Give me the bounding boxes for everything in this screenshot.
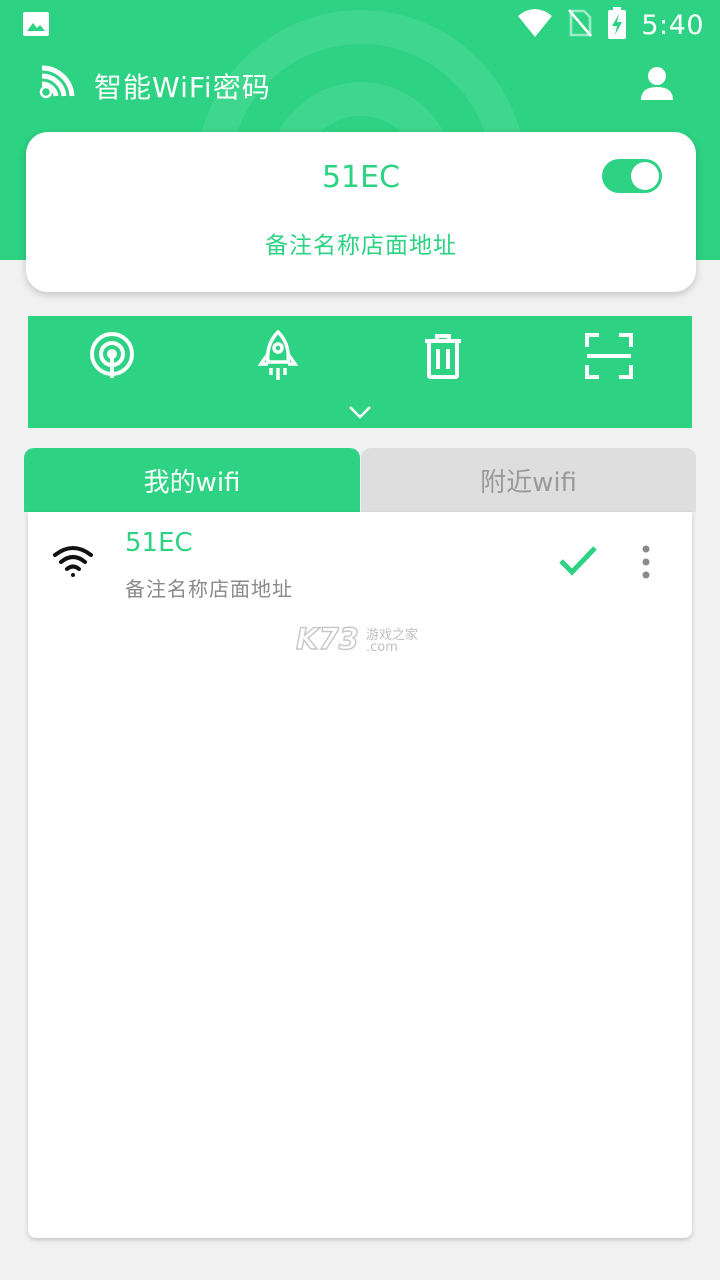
- current-network-note[interactable]: 备注名称店面地址: [26, 226, 696, 260]
- user-icon[interactable]: [640, 66, 674, 104]
- tab-my-wifi[interactable]: 我的wifi: [24, 448, 360, 512]
- more-options-icon[interactable]: [640, 544, 652, 584]
- status-bar: 5:40: [0, 0, 720, 50]
- delete-button[interactable]: [415, 330, 471, 386]
- app-title: 智能WiFi密码: [94, 71, 271, 104]
- watermark-line2: .com: [366, 640, 398, 655]
- status-time: 5:40: [641, 9, 704, 41]
- watermark-brand: K73: [295, 621, 359, 656]
- toggle-knob: [631, 162, 659, 190]
- wifi-note: 备注名称店面地址: [125, 577, 293, 601]
- chevron-down-icon[interactable]: [348, 404, 372, 423]
- watermark: K73 游戏之家 .com: [295, 621, 426, 658]
- wifi-signal-icon: [517, 8, 553, 42]
- rocket-icon: [256, 329, 300, 386]
- tool-strip: [28, 316, 692, 428]
- app-bar: 智能WiFi密码: [0, 52, 720, 116]
- scan-button[interactable]: [581, 330, 637, 386]
- wifi-ssid: 51EC: [125, 528, 193, 558]
- hotspot-button[interactable]: [84, 330, 140, 386]
- current-network-ssid: 51EC: [321, 160, 401, 195]
- trash-icon: [423, 333, 463, 383]
- scan-icon: [585, 333, 633, 383]
- current-network-card: 51EC 备注名称店面地址: [26, 132, 696, 292]
- wifi-icon: [52, 544, 94, 582]
- tab-nearby-wifi[interactable]: 附近wifi: [361, 448, 696, 512]
- hotspot-icon: [88, 332, 136, 384]
- battery-charging-icon: [607, 7, 627, 43]
- image-icon: [22, 11, 50, 41]
- no-sim-icon: [567, 8, 593, 42]
- list-item[interactable]: 51EC 备注名称店面地址: [28, 512, 692, 612]
- network-toggle[interactable]: [602, 159, 662, 193]
- wifi-list-panel: 51EC 备注名称店面地址: [28, 512, 692, 1238]
- wifi-tabs: 我的wifi 附近wifi: [24, 448, 696, 512]
- check-icon: [558, 544, 598, 582]
- wifi-key-logo-icon: [38, 62, 78, 104]
- speed-boost-button[interactable]: [250, 329, 306, 386]
